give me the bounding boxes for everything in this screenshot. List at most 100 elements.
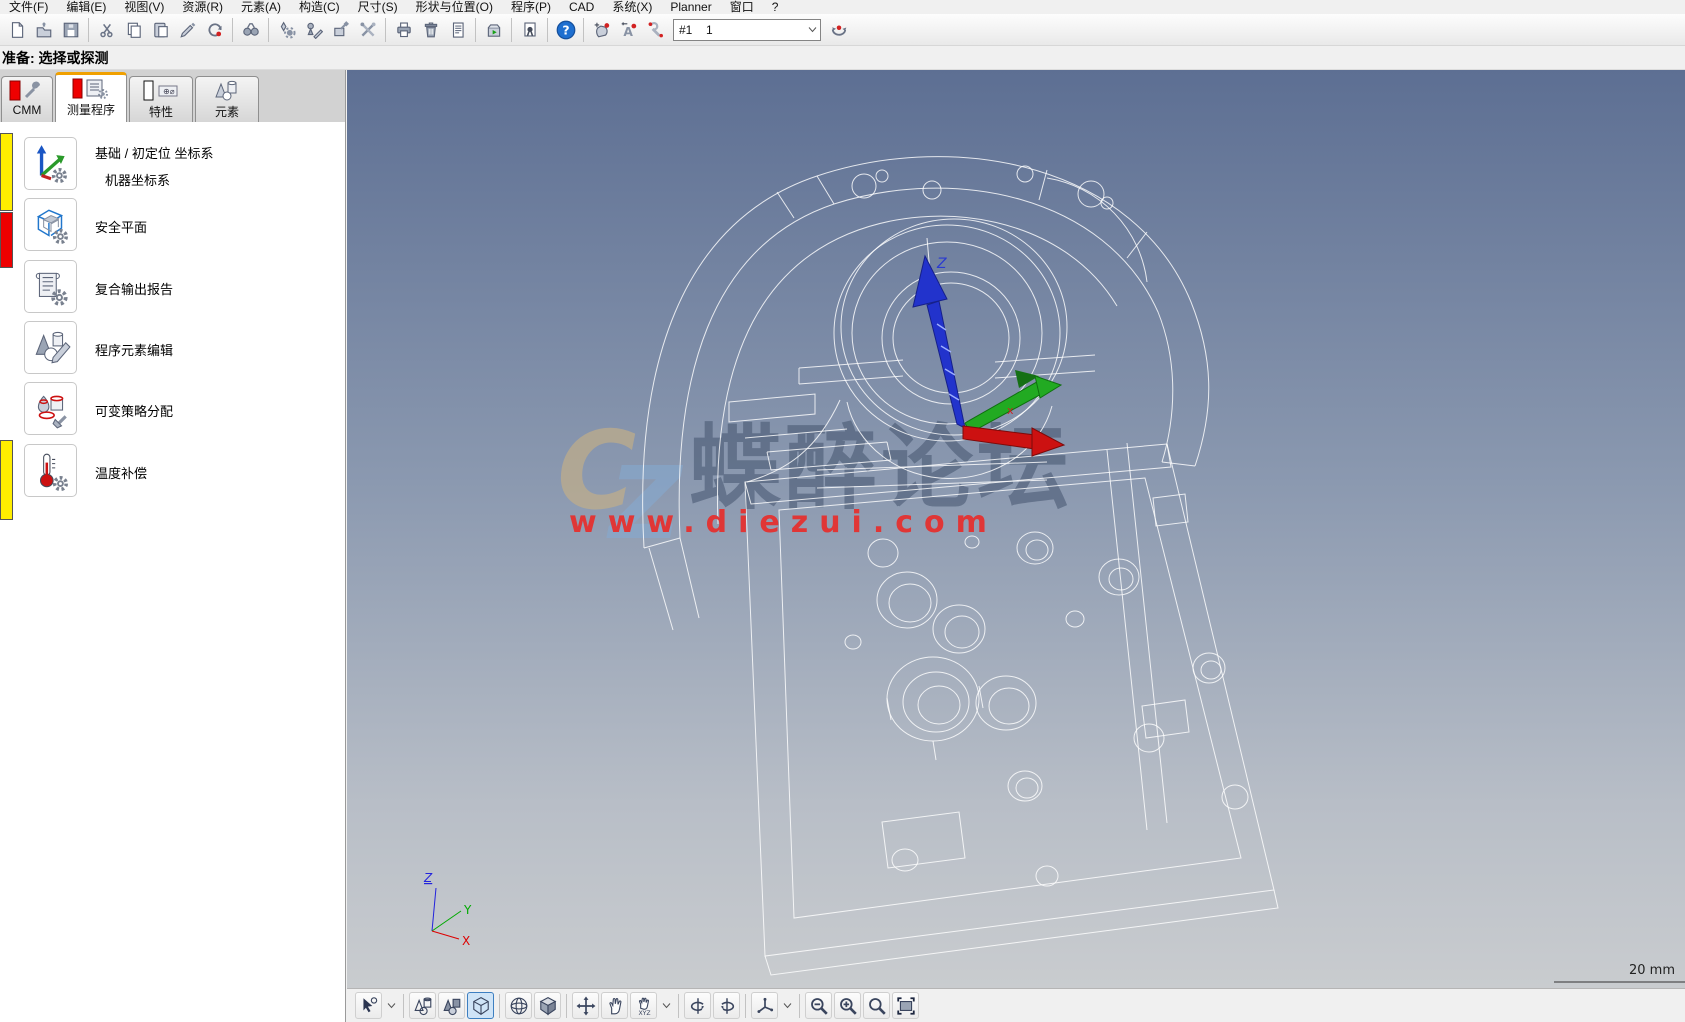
move-view-button[interactable] bbox=[572, 992, 599, 1019]
chevron-down-icon[interactable] bbox=[384, 992, 398, 1019]
find-button[interactable] bbox=[237, 16, 264, 43]
cut-button[interactable] bbox=[93, 16, 120, 43]
menu-planner[interactable]: Planner bbox=[661, 1, 720, 14]
copy-button[interactable] bbox=[120, 16, 147, 43]
menu-window[interactable]: 窗口 bbox=[721, 1, 763, 14]
sidebar-item-temperature-compensation[interactable] bbox=[24, 444, 77, 497]
coordinate-triad-button[interactable] bbox=[751, 992, 778, 1019]
pan-xyz-button[interactable]: XYZ bbox=[630, 992, 657, 1019]
chevron-down-icon[interactable] bbox=[804, 26, 820, 33]
cmm-machine-icon bbox=[9, 80, 45, 102]
zoom-out-icon bbox=[809, 996, 829, 1016]
sidebar-item-label: 基础 / 初定位 坐标系 bbox=[95, 143, 213, 162]
sidebar-item-variable-strategy[interactable] bbox=[24, 382, 77, 435]
certificate-report-icon bbox=[521, 21, 539, 39]
sidebar-item-safety-plane[interactable] bbox=[24, 198, 77, 251]
zoom-out-button[interactable] bbox=[805, 992, 832, 1019]
pan-hand-button[interactable] bbox=[601, 992, 628, 1019]
new-document-button[interactable] bbox=[3, 16, 30, 43]
toolbar-separator bbox=[566, 994, 567, 1018]
menu-edit[interactable]: 编辑(E) bbox=[57, 1, 115, 14]
rotate-right-button[interactable] bbox=[713, 992, 740, 1019]
svg-text:X: X bbox=[462, 934, 470, 948]
menu-help[interactable]: ? bbox=[763, 1, 788, 14]
protocol-button[interactable] bbox=[444, 16, 471, 43]
menu-program[interactable]: 程序(P) bbox=[502, 1, 560, 14]
probe-wrench-button[interactable] bbox=[642, 16, 669, 43]
elements-outline-button[interactable] bbox=[409, 992, 436, 1019]
fit-view-button[interactable] bbox=[892, 992, 919, 1019]
chevron-down-icon[interactable] bbox=[659, 992, 673, 1019]
menu-view[interactable]: 视图(V) bbox=[115, 1, 173, 14]
tools-button[interactable] bbox=[354, 16, 381, 43]
paste-button[interactable] bbox=[147, 16, 174, 43]
text-probe-button[interactable]: A bbox=[615, 16, 642, 43]
probe-edit-button[interactable] bbox=[300, 16, 327, 43]
protocol-icon bbox=[449, 21, 467, 39]
toolbar-separator bbox=[88, 18, 89, 42]
format-brush-button[interactable] bbox=[174, 16, 201, 43]
tab-cmm[interactable]: CMM bbox=[1, 76, 53, 122]
status-bar: 准备: 选择或探测 bbox=[0, 46, 1685, 70]
probe-rotate-button[interactable] bbox=[825, 16, 852, 43]
run-program-button[interactable] bbox=[480, 16, 507, 43]
menu-construct[interactable]: 构造(C) bbox=[290, 1, 349, 14]
rotate-left-icon bbox=[688, 996, 708, 1016]
menu-file[interactable]: 文件(F) bbox=[0, 1, 57, 14]
probe-config-button[interactable] bbox=[273, 16, 300, 43]
probe-build-button[interactable] bbox=[327, 16, 354, 43]
status-marker-yellow bbox=[0, 133, 13, 211]
svg-text:Z: Z bbox=[423, 871, 433, 885]
watermark-url: www.diezui.com bbox=[569, 505, 998, 540]
elements-filled-button[interactable] bbox=[438, 992, 465, 1019]
probe-selector[interactable]: #1 1 bbox=[673, 19, 821, 41]
program-element-edit-icon bbox=[30, 327, 72, 369]
help-button[interactable]: ? bbox=[552, 16, 579, 43]
certificate-report-button[interactable] bbox=[516, 16, 543, 43]
save-icon bbox=[62, 21, 80, 39]
select-probe-mode-button[interactable] bbox=[355, 992, 382, 1019]
undo-button[interactable] bbox=[201, 16, 228, 43]
viewport-3d[interactable]: C Z 蝶醉论坛 bbox=[347, 70, 1685, 988]
zoom-window-button[interactable] bbox=[863, 992, 890, 1019]
toolbar-separator bbox=[385, 18, 386, 42]
menu-cad[interactable]: CAD bbox=[560, 1, 603, 14]
svg-text:⊕⌀: ⊕⌀ bbox=[163, 87, 175, 96]
characteristics-icon: ⊕⌀ bbox=[141, 80, 181, 102]
zoom-in-button[interactable] bbox=[834, 992, 861, 1019]
elements-icon bbox=[210, 80, 244, 102]
zoom-window-icon bbox=[867, 996, 887, 1016]
sidebar-item-label: 程序元素编辑 bbox=[95, 340, 173, 359]
elements-outline-icon bbox=[413, 996, 433, 1016]
menu-resource[interactable]: 资源(R) bbox=[173, 1, 232, 14]
print-button[interactable] bbox=[390, 16, 417, 43]
tab-label: 特性 bbox=[149, 103, 173, 120]
save-button[interactable] bbox=[57, 16, 84, 43]
wireframe-sphere-button[interactable] bbox=[505, 992, 532, 1019]
delete-button[interactable] bbox=[417, 16, 444, 43]
menu-form-position[interactable]: 形状与位置(O) bbox=[407, 1, 502, 14]
menu-size[interactable]: 尺寸(S) bbox=[349, 1, 407, 14]
menu-bar: 文件(F) 编辑(E) 视图(V) 资源(R) 元素(A) 构造(C) 尺寸(S… bbox=[0, 0, 1685, 14]
menu-system[interactable]: 系统(X) bbox=[603, 1, 661, 14]
tab-measure-program[interactable]: 测量程序 bbox=[55, 72, 127, 122]
sidebar-item-program-element-edit[interactable] bbox=[24, 321, 77, 374]
tab-characteristics[interactable]: ⊕⌀ 特性 bbox=[129, 76, 193, 122]
tab-label: 元素 bbox=[215, 103, 239, 120]
run-program-icon bbox=[485, 21, 503, 39]
sidebar-item-base-alignment[interactable] bbox=[24, 137, 77, 190]
shaded-cube-button[interactable] bbox=[534, 992, 561, 1019]
status-marker-red bbox=[0, 212, 13, 268]
measure-program-icon bbox=[71, 78, 111, 100]
select-probe-mode-icon bbox=[359, 996, 379, 1016]
manual-probe-button[interactable] bbox=[588, 16, 615, 43]
tab-elements[interactable]: 元素 bbox=[195, 76, 259, 122]
wireframe-cube-button[interactable] bbox=[467, 992, 494, 1019]
rotate-left-button[interactable] bbox=[684, 992, 711, 1019]
fit-view-icon bbox=[896, 996, 916, 1016]
menu-element[interactable]: 元素(A) bbox=[232, 1, 290, 14]
sidebar-item-label: 复合输出报告 bbox=[95, 279, 173, 298]
chevron-down-icon[interactable] bbox=[780, 992, 794, 1019]
sidebar-item-compound-report[interactable] bbox=[24, 260, 77, 313]
open-folder-button[interactable] bbox=[30, 16, 57, 43]
